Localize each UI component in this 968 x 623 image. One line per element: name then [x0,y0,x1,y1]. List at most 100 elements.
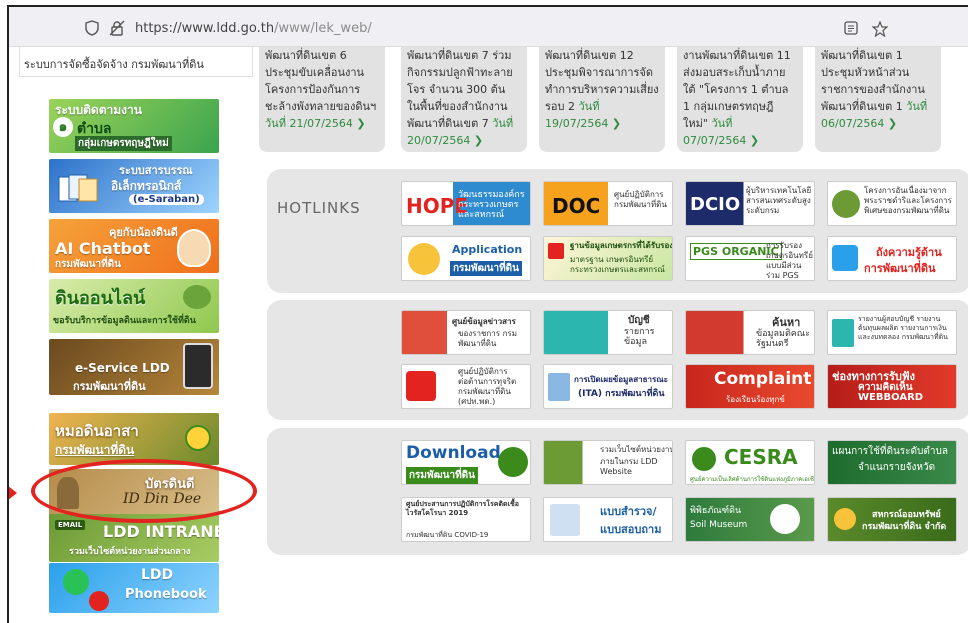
hotlinks-title: HOTLINKS [277,199,361,217]
sidebar-banner-e-saraban[interactable]: ระบบสารบรรณ อิเล็กทรอนิกส์ (e-Saraban) [49,159,219,213]
banner-caption: กรมพัฒนาที่ดิน [55,259,122,270]
dcio-link[interactable]: DCIO ผู้บริหารเทคโนโลยีสารสนเทศระดับสูง … [685,181,815,226]
report-icon [832,319,854,347]
tile-subtitle: กรมพัฒนาที่ดิน [450,261,523,276]
news-text: พัฒนาที่ดินเขต 6 ประชุมขับเคลื่อนงานโครง… [265,49,377,113]
page-frame: https://www.ldd.go.th/www/lek_web/ ระบบก… [7,5,968,623]
news-text: งานพัฒนาที่ดินเขต 11 ส่งมอบสระเก็บน้ำภาย… [683,49,791,130]
url-text: https://www.ldd.go.th/www/lek_web/ [135,21,372,36]
address-bar[interactable]: https://www.ldd.go.th/www/lek_web/ [73,13,898,43]
news-card[interactable]: พัฒนาที่ดินเขต 1 ประชุมหัวหน้าส่วนราชการ… [815,47,941,152]
savings-cooperative-link[interactable]: สหกรณ์ออมทรัพย์ กรมพัฒนาที่ดิน จำกัด [827,497,957,542]
globe-icon [183,285,211,309]
tile-title: DOC [552,194,601,218]
check-badge-icon [89,591,109,611]
cabinet-resolution-search-link[interactable]: ค้นหา ข้อมูลมติคณะรัฐมนตรี [685,310,815,355]
news-date: วันที่ 21/07/2564 [265,117,353,130]
tile-title: สหกรณ์ออมทรัพย์ [872,510,941,520]
tile-subtitle: ผู้บริหารเทคโนโลยีสารสนเทศระดับสูง ระดับ… [746,186,812,215]
soil-museum-link[interactable]: พิพิธภัณฑ์ดิน Soil Museum [685,497,815,542]
apps-icon [408,243,440,275]
tile-subtitle: ภายในกรม LDD Website [600,457,658,476]
banner-subtitle: ขอรับบริการข้อมูลดินและการใช้ที่ดิน [53,316,196,326]
tile-subtitle: ร้องเรียนร้องทุกข์ [726,395,785,404]
tile-subtitle: กรมพัฒนาที่ดิน จำกัด [862,522,947,532]
tile-subtitle: รายการข้อมูล [624,327,655,347]
banner-subtitle: Phonebook [125,587,207,602]
tile-subtitle: รายงานผู้สอบบัญชี รายงานต้นทุนผลผลิต ราย… [858,315,948,341]
museum-icon [770,504,800,534]
soil-doctor-logo-icon [185,425,211,451]
cesra-link[interactable]: CESRA ศูนย์ความเป็นเลิศด้านการใช้ดินแห่ง… [685,440,815,485]
resources-panel: Download กรมพัฒนาที่ดิน รวมเว็บไซต์หน่วย… [267,428,968,555]
knowledge-bank-link[interactable]: ถังความรู้ด้าน การพัฒนาที่ดิน [827,236,957,281]
tile-title: ศูนย์ประสานการปฏิบัติการโรคติดเชื้อไวรัส… [406,500,519,517]
royal-project-link[interactable]: โครงการอันเนื่องมาจากพระราชดำริและโครงกา… [827,181,957,226]
news-card[interactable]: งานพัฒนาที่ดินเขต 11 ส่งมอบสระเก็บน้ำภาย… [677,47,803,152]
sidebar-banner-tambon-tracking[interactable]: ระบบติดตามงาน ๑ ตำบล กลุ่มเกษตรทฤษฎีใหม่ [49,99,219,153]
tile-title: แผนการใช้ที่ดินระดับตำบล [832,446,948,457]
bookmark-star-icon[interactable] [872,21,888,37]
anti-corruption-center-link[interactable]: ศูนย์ปฏิบัติการ ต่อต้านการทุจริต กรมพัฒน… [401,364,531,409]
banner-title: ดินออนไลน์ [55,288,146,309]
sidebar-banner-soil-online[interactable]: ดินออนไลน์ ขอรับบริการข้อมูลดินและการใช้… [49,279,219,333]
shield-icon[interactable] [85,20,99,36]
banner-subtitle: AI Chatbot [55,239,151,258]
chevron-right-icon: ❯ [887,117,898,130]
pgs-organic-link[interactable]: PGS ORGANIC การรับรองเกษตรอินทรีย์แบบมีส… [685,236,815,281]
public-info-center-link[interactable]: ศูนย์ข้อมูลข่าวสาร ของราชการ กรมพัฒนาที่… [401,310,531,355]
tile-subtitle: วัฒนธรรมองค์กร กระทรวงเกษตร และสหกรณ์ [458,190,525,220]
database-icon [832,245,858,271]
clipboard-icon [550,504,580,536]
cesra-logo-icon [692,447,716,471]
coins-icon [834,508,856,530]
email-tag: EMAIL [55,520,86,530]
complaint-link[interactable]: Complaint ร้องเรียนร้องทุกข์ [685,364,815,409]
chevron-right-icon: ❯ [611,117,622,130]
tambon-land-use-plan-link[interactable]: แผนการใช้ที่ดินระดับตำบล จำแนกรายจังหวัด [827,440,957,485]
hope-link[interactable]: HOPE วัฒนธรรมองค์กร กระทรวงเกษตร และสหกร… [401,181,531,226]
chevron-right-icon: ❯ [356,117,366,130]
ldd-website-link[interactable]: รวมเว็บไซต์หน่วยงาน ภายในกรม LDD Website [543,440,673,485]
lock-icon[interactable] [109,20,125,36]
news-card[interactable]: พัฒนาที่ดินเขต 7 ร่วมกิจกรรมปลูกฟ้าทะลาย… [401,47,527,152]
sidebar-banner-soil-doctor[interactable]: หมอดินอาสา กรมพัฒนาที่ดิน [49,413,219,465]
sidebar-banner-ai-chatbot[interactable]: คุยกับน้องดินดี AI Chatbot กรมพัฒนาที่ดิ… [49,219,219,273]
url-host: https://www.ldd.go.th [135,20,275,36]
procurement-label: ระบบการจัดซื้อจัดจ้าง กรมพัฒนาที่ดิน [24,58,204,71]
highlight-circle [31,459,257,523]
tile-subtitle: ต่อต้านการทุจริต กรมพัฒนาที่ดิน (ศปท.พด.… [458,377,517,406]
chart-document-icon [548,373,570,401]
download-link[interactable]: Download กรมพัฒนาที่ดิน [401,440,531,485]
arrow-icon [548,243,564,259]
covid-operations-center-link[interactable]: ศูนย์ประสานการปฏิบัติการโรคติดเชื้อไวรัส… [401,497,531,542]
sidebar-banner-phonebook[interactable]: LDD Phonebook [49,563,219,613]
tile-title: CESRA [724,445,798,469]
tile-subtitle: โครงการอันเนื่องมาจากพระราชดำริและโครงกา… [864,186,952,215]
application-link[interactable]: Application กรมพัฒนาที่ดิน [401,236,531,281]
banner-subtitle: รวมเว็บไซต์หน่วยงานส่วนกลาง [69,547,191,557]
doc-link[interactable]: DOC ศูนย์ปฏิบัติการ กรมพัฒนาที่ดิน [543,181,673,226]
data-catalog-link[interactable]: บัญชี รายการข้อมูล [543,310,673,355]
gift-ribbon-icon [406,371,436,401]
financial-reports-link[interactable]: รายงานผู้สอบบัญชี รายงานต้นทุนผลผลิต ราย… [827,310,957,355]
webboard-link[interactable]: ช่องทางการรับฟัง ความคิดเห็น WEBBOARD [827,364,957,409]
chatbot-mascot-icon [177,229,211,267]
organic-farmer-db-link[interactable]: ฐานข้อมูลเกษตรกรที่ได้รับรอง มาตรฐาน เกษ… [543,236,673,281]
news-card[interactable]: พัฒนาที่ดินเขต 6 ประชุมขับเคลื่อนงานโครง… [259,47,385,152]
url-path: /www/lek_web/ [274,20,372,36]
banner-title: หมอดินอาสา [55,422,139,440]
tile-subtitle: กรมพัฒนาที่ดิน COVID-19 [406,531,489,539]
sidebar-banner-e-service[interactable]: e-Service LDD กรมพัฒนาที่ดิน [49,339,219,395]
tile-subtitle: มาตรฐาน เกษตรอินทรีย์ กระทรวงเกษตรและสหก… [570,255,665,274]
tile-title: บัญชี [628,315,650,326]
news-card[interactable]: พัฒนาที่ดินเขต 12 ประชุมพิจารณาการจัดทำก… [539,47,665,152]
ita-disclosure-link[interactable]: การเปิดเผยข้อมูลสาธารณะ (ITA) กรมพัฒนาที… [543,364,673,409]
survey-questionnaire-link[interactable]: แบบสำรวจ/ แบบสอบถาม [543,497,673,542]
tile-subtitle: การพัฒนาที่ดิน [864,262,936,275]
tile-title: ฐานข้อมูลเกษตรกรที่ได้รับรอง [570,241,673,250]
tile-title: Application [452,243,523,256]
reader-view-icon[interactable] [844,21,858,35]
chevron-right-icon: ❯ [749,134,760,147]
procurement-link[interactable]: ระบบการจัดซื้อจัดจ้าง กรมพัฒนาที่ดิน [19,47,253,77]
